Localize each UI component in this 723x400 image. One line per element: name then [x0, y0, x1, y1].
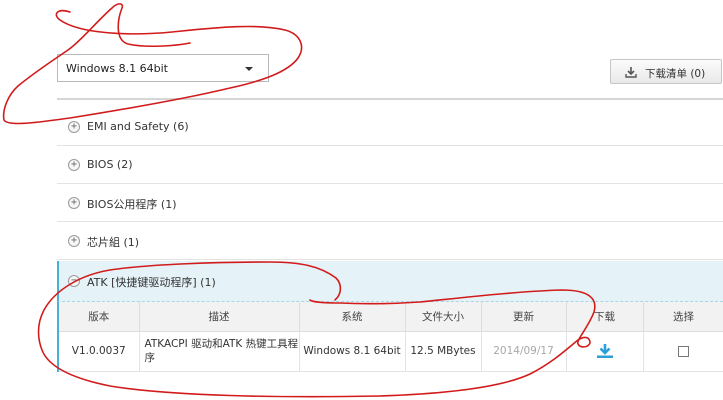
cell-description: ATKACPI 驱动和ATK 热键工具程序 [139, 331, 300, 372]
caret-down-icon [245, 67, 253, 71]
column-header-version: 版本 [58, 302, 140, 332]
column-header-system: 系统 [299, 302, 406, 332]
circle-plus-icon: + [68, 158, 80, 171]
category-atk[interactable]: − ATK [快捷键驱动程序] (1) [57, 261, 723, 302]
circle-plus-icon: + [68, 234, 80, 247]
cell-system: Windows 8.1 64bit [299, 331, 406, 372]
column-header-download: 下载 [566, 302, 644, 332]
circle-minus-icon: − [68, 275, 80, 287]
column-header-select: 选择 [643, 302, 723, 332]
table-header-row: 版本 描述 系统 文件大小 更新 下载 选择 [58, 302, 723, 332]
category-bios-utilities[interactable]: + BIOS公用程序 (1) [57, 184, 723, 222]
category-label: BIOS公用程序 (1) [87, 197, 177, 211]
download-tray-icon [625, 67, 637, 78]
cell-select [643, 331, 723, 372]
column-header-updated: 更新 [481, 302, 567, 332]
cell-download [566, 331, 644, 372]
download-arrow-icon[interactable] [596, 343, 614, 359]
column-header-file-size: 文件大小 [405, 302, 482, 332]
circle-plus-icon: + [68, 196, 80, 209]
table-row: V1.0.0037 ATKACPI 驱动和ATK 热键工具程序 Windows … [58, 331, 723, 372]
os-select[interactable]: Windows 8.1 64bit [57, 54, 269, 82]
driver-file-table: 版本 描述 系统 文件大小 更新 下载 选择 V1.0.0037 ATKACPI… [57, 302, 723, 372]
select-checkbox[interactable] [678, 345, 689, 357]
cell-updated: 2014/09/17 [481, 331, 567, 372]
download-list-button[interactable]: 下载清单 (0) [610, 59, 722, 84]
column-header-description: 描述 [139, 302, 300, 332]
category-chipset[interactable]: + 芯片組 (1) [57, 222, 723, 260]
category-label: EMI and Safety (6) [87, 119, 189, 133]
category-emi-safety[interactable]: + EMI and Safety (6) [57, 108, 723, 146]
category-label: 芯片組 (1) [87, 235, 140, 249]
circle-plus-icon: + [68, 120, 80, 133]
cell-file-size: 12.5 MBytes [405, 331, 482, 372]
category-bios[interactable]: + BIOS (2) [57, 146, 723, 184]
divider [57, 98, 723, 100]
category-label: BIOS (2) [87, 157, 133, 171]
category-label: ATK [快捷键驱动程序] (1) [87, 276, 216, 289]
cell-version: V1.0.0037 [58, 331, 140, 372]
os-select-value: Windows 8.1 64bit [66, 62, 168, 75]
download-list-label: 下载清单 (0) [645, 68, 706, 80]
